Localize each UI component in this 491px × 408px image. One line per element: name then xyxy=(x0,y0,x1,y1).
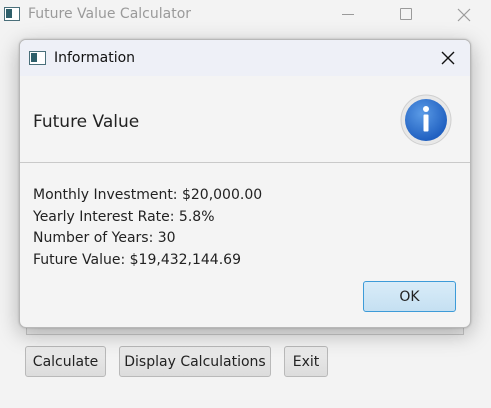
dialog-app-icon xyxy=(29,51,46,65)
ok-button[interactable]: OK xyxy=(363,281,456,312)
dialog-title: Information xyxy=(54,50,136,66)
dialog-titlebar: Information xyxy=(20,40,470,76)
close-button[interactable] xyxy=(441,0,487,30)
display-calculations-button[interactable]: Display Calculations xyxy=(119,346,271,377)
dialog-close-button[interactable] xyxy=(438,48,458,68)
maximize-button[interactable] xyxy=(382,0,428,30)
dialog-content: Monthly Investment: $20,000.00 Yearly In… xyxy=(33,185,262,271)
close-icon xyxy=(441,51,455,65)
yearly-interest-rate-text: Yearly Interest Rate: 5.8% xyxy=(33,208,215,225)
monthly-investment-text: Monthly Investment: $20,000.00 xyxy=(33,187,263,203)
future-value-text: Future Value: $19,432,144.69 xyxy=(33,251,241,268)
number-of-years-text: Number of Years: 30 xyxy=(33,230,176,246)
main-window-title: Future Value Calculator xyxy=(28,6,192,22)
info-icon xyxy=(400,94,452,146)
app-icon xyxy=(4,7,20,21)
calculate-button[interactable]: Calculate xyxy=(25,346,106,377)
close-icon xyxy=(457,8,471,22)
exit-button[interactable]: Exit xyxy=(284,346,328,377)
main-titlebar: Future Value Calculator xyxy=(0,0,491,30)
dialog-header: Future Value xyxy=(20,76,470,163)
minimize-button[interactable] xyxy=(325,0,371,30)
information-dialog: Information Future Value Monthly Investm… xyxy=(19,39,471,328)
dialog-header-text: Future Value xyxy=(33,112,140,132)
